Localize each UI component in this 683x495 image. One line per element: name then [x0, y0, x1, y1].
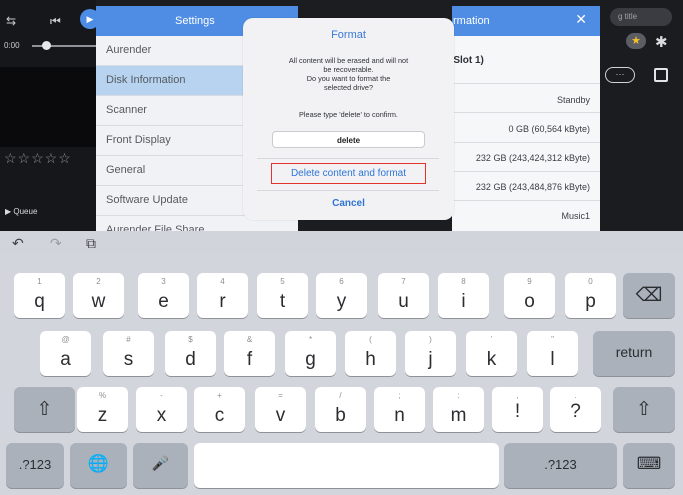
- key-d[interactable]: $ d: [165, 331, 216, 376]
- key-e[interactable]: 3e: [138, 273, 189, 318]
- close-icon[interactable]: ✕: [575, 11, 587, 28]
- key-a[interactable]: @ a: [40, 331, 91, 376]
- divider: [257, 190, 439, 191]
- shift-key-right[interactable]: ⇧: [613, 387, 675, 432]
- disk-status: Standby: [556, 95, 590, 105]
- divider: [452, 171, 600, 172]
- keyboard-icon: ⌨: [636, 454, 662, 473]
- disk-name: Music1: [561, 211, 590, 221]
- cancel-button[interactable]: Cancel: [243, 198, 454, 209]
- key-p[interactable]: 0p: [565, 273, 616, 318]
- app-background: ⇆ ⏮ ▶ 0:00 ☆☆☆☆☆ ▶ Queue Settings Aurend…: [0, 0, 683, 231]
- disk-total: 232 GB (243,484,876 kByte): [475, 182, 590, 192]
- key-g[interactable]: * g: [285, 331, 336, 376]
- key-question[interactable]: .?: [550, 387, 601, 432]
- key-c[interactable]: + c: [194, 387, 245, 432]
- previous-track-icon[interactable]: ⏮: [50, 14, 61, 29]
- key-k[interactable]: ’ k: [466, 331, 517, 376]
- divider: [452, 200, 600, 201]
- disk-info-header: rmation ✕: [452, 6, 600, 36]
- disk-info-panel: rmation ✕ (Slot 1) Standby 0 GB (60,564 …: [450, 6, 600, 231]
- divider: [257, 158, 439, 159]
- redo-icon[interactable]: ↷: [50, 235, 62, 252]
- key-f[interactable]: & f: [224, 331, 275, 376]
- shift-icon: ⇧: [636, 399, 652, 420]
- divider: [452, 142, 600, 143]
- paste-icon[interactable]: ⧉: [86, 235, 96, 252]
- globe-icon: 🌐: [87, 454, 110, 473]
- format-dialog: Format All content will be erased and wi…: [243, 18, 454, 220]
- dictation-key[interactable]: 🎤: [133, 443, 188, 488]
- key-n[interactable]: ; n: [374, 387, 425, 432]
- right-toolbar: g title ★ ✱ ···: [600, 0, 683, 231]
- key-y[interactable]: 6y: [316, 273, 367, 318]
- select-square-icon[interactable]: [654, 68, 668, 82]
- disk-info-title: rmation: [453, 15, 490, 27]
- dialog-message-line: All content will be erased and will not: [288, 56, 409, 65]
- key-i[interactable]: 8i: [438, 273, 489, 318]
- key-j[interactable]: ) j: [405, 331, 456, 376]
- key-m[interactable]: :m: [433, 387, 484, 432]
- slot-label: (Slot 1): [450, 55, 484, 66]
- microphone-icon: 🎤: [151, 455, 170, 471]
- disk-used: 0 GB (60,564 kByte): [508, 124, 590, 134]
- dialog-instruction: Please type 'delete' to confirm.: [299, 110, 398, 119]
- key-exclamation[interactable]: ,!: [492, 387, 543, 432]
- queue-link[interactable]: ▶ Queue: [5, 207, 37, 216]
- hide-keyboard-key[interactable]: ⌨: [623, 443, 675, 488]
- numbers-key-left[interactable]: .?123: [6, 443, 64, 488]
- dialog-title: Format: [331, 29, 366, 41]
- key-o[interactable]: 9o: [504, 273, 555, 318]
- delete-content-button[interactable]: Delete content and format: [271, 163, 426, 184]
- key-r[interactable]: 4r: [197, 273, 248, 318]
- key-v[interactable]: = v: [255, 387, 306, 432]
- backspace-key[interactable]: ⌫: [623, 273, 675, 318]
- rating-stars[interactable]: ☆☆☆☆☆: [4, 150, 72, 167]
- dialog-message-line: Do you want to format the: [306, 74, 391, 83]
- more-icon[interactable]: ···: [605, 67, 635, 83]
- queue-label: Queue: [13, 207, 38, 216]
- dialog-message-line: selected drive?: [323, 83, 374, 92]
- shift-key-left[interactable]: ⇧: [14, 387, 75, 432]
- key-b[interactable]: / b: [315, 387, 366, 432]
- player-panel: ⇆ ⏮ ▶ 0:00 ☆☆☆☆☆ ▶ Queue: [0, 0, 100, 231]
- shift-icon: ⇧: [36, 399, 53, 420]
- key-l[interactable]: " l: [527, 331, 578, 376]
- key-t[interactable]: 5t: [257, 273, 308, 318]
- confirm-text-input[interactable]: delete: [272, 131, 425, 148]
- star-icon[interactable]: ★: [626, 33, 646, 49]
- seek-knob[interactable]: [42, 41, 51, 50]
- space-key[interactable]: [194, 443, 499, 488]
- elapsed-time: 0:00: [4, 41, 20, 50]
- key-s[interactable]: # s: [103, 331, 154, 376]
- dialog-message-line: be recoverable.: [323, 65, 374, 74]
- gear-icon[interactable]: ✱: [655, 33, 668, 51]
- settings-title: Settings: [175, 15, 215, 27]
- key-w[interactable]: 2w: [73, 273, 124, 318]
- undo-icon[interactable]: ↶: [12, 235, 24, 252]
- keyboard-toolbar: ↶ ↷ ⧉: [0, 231, 683, 254]
- divider: [452, 83, 600, 84]
- return-key[interactable]: return: [593, 331, 675, 376]
- dialog-message: All content will be erased and will not …: [253, 56, 444, 92]
- search-input[interactable]: g title: [610, 8, 672, 26]
- key-u[interactable]: 7u: [378, 273, 429, 318]
- queue-toggle-icon[interactable]: ⇆: [6, 14, 16, 28]
- key-x[interactable]: -x: [136, 387, 187, 432]
- backspace-icon: ⌫: [635, 285, 663, 306]
- disk-free: 232 GB (243,424,312 kByte): [475, 153, 590, 163]
- key-h[interactable]: (h: [345, 331, 396, 376]
- key-z[interactable]: % z: [77, 387, 128, 432]
- globe-key[interactable]: 🌐: [70, 443, 127, 488]
- numbers-key-right[interactable]: .?123: [504, 443, 617, 488]
- key-q[interactable]: 1q: [14, 273, 65, 318]
- album-art: [0, 67, 96, 147]
- divider: [452, 112, 600, 113]
